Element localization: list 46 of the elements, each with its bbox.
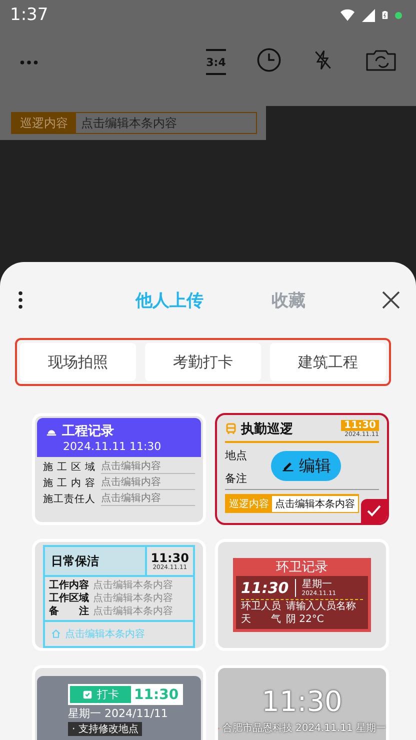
card-title: 工程记录 bbox=[62, 423, 114, 440]
field-label: 施工区域 bbox=[43, 460, 95, 474]
template-card[interactable]: 工程记录 2024.11.11 11:30 施工区域 点击编辑内容 施工内容 点击编辑内容 施工责任人 点击编辑内容 bbox=[32, 413, 206, 525]
checkin-tag: 打卡 bbox=[70, 686, 131, 703]
card-time: 11:30 bbox=[134, 686, 180, 702]
wifi-icon bbox=[339, 8, 356, 22]
field-value: 点击编辑内容 bbox=[101, 459, 195, 474]
card-time: 11:30 bbox=[341, 420, 379, 431]
status-time: 1:37 bbox=[10, 5, 48, 25]
field-label: 备注 bbox=[49, 605, 89, 618]
card-footer: 点击编辑本条内容 bbox=[65, 627, 145, 641]
category-chip[interactable]: 考勤打卡 bbox=[145, 343, 261, 381]
card-time: 11:30 bbox=[262, 686, 342, 718]
field-label: 地点 bbox=[225, 449, 247, 462]
card-title: 日常保洁 bbox=[45, 547, 147, 575]
field-label: 施工内容 bbox=[43, 476, 95, 490]
field-value: 点击编辑内容 bbox=[101, 491, 195, 506]
field-label: 工作区域 bbox=[49, 592, 89, 605]
card-date: 星期一 2024/11/11 bbox=[68, 706, 168, 721]
category-chip[interactable]: 建筑工程 bbox=[270, 343, 386, 381]
field-label: 施工责任人 bbox=[43, 492, 95, 506]
edit-button[interactable]: 编辑 bbox=[271, 451, 341, 481]
indicator-dot-icon bbox=[395, 12, 402, 18]
house-icon bbox=[51, 629, 61, 639]
card-title: 执勤巡逻 bbox=[241, 421, 294, 438]
field-value: 点击编辑内容 bbox=[101, 475, 195, 490]
field-label: 备注 bbox=[225, 472, 247, 485]
close-icon[interactable] bbox=[382, 291, 400, 309]
battery-icon bbox=[381, 8, 389, 22]
card-datetime: 2024.11.11 11:30 bbox=[62, 440, 162, 453]
field-value: 点击编辑本条内容 bbox=[93, 592, 173, 605]
bus-icon bbox=[225, 422, 237, 436]
field-value: 点击编辑本条内容 bbox=[93, 579, 173, 592]
check-icon bbox=[361, 499, 387, 523]
field-label: 工作内容 bbox=[49, 579, 89, 592]
calendar-check-icon bbox=[82, 689, 93, 700]
card-address: 合肥市品恩科技 bbox=[222, 721, 293, 735]
category-chip[interactable]: 现场拍照 bbox=[20, 343, 136, 381]
card-time: 11:30 bbox=[150, 552, 189, 564]
more-icon bbox=[20, 60, 38, 64]
template-card[interactable]: 打卡 11:30 星期一 2024/11/11 · 支持修改地点 bbox=[32, 665, 206, 740]
clock-icon bbox=[256, 47, 282, 73]
signal-icon bbox=[362, 8, 375, 22]
more-vertical-icon bbox=[18, 291, 23, 309]
field-value: 点击编辑本条内容 bbox=[93, 605, 173, 618]
card-note: · 支持修改地点 bbox=[68, 722, 142, 736]
